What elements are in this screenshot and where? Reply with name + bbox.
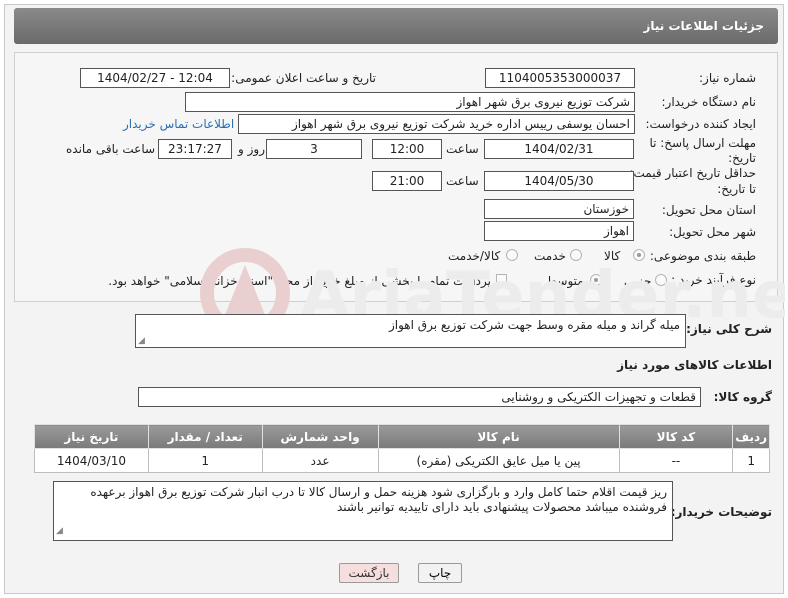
goods-group-field[interactable]: قطعات و تجهیزات الکتریکی و روشنایی	[138, 387, 701, 407]
cell-date: 1404/03/10	[34, 448, 149, 473]
cell-code: --	[618, 448, 734, 473]
buyer-contact-link[interactable]: اطلاعات تماس خریدار	[123, 117, 234, 131]
col-date: تاریخ نیاز	[34, 424, 149, 449]
resize-handle-icon[interactable]: ◢	[56, 524, 63, 539]
reply-date-field[interactable]: 1404/02/31	[484, 139, 634, 159]
need-number-label: شماره نیاز:	[699, 71, 756, 85]
cell-name: پین یا میل عایق الکتریکی (مقره)	[377, 448, 620, 473]
resize-handle-icon[interactable]: ◢	[138, 336, 145, 346]
validity-time-label: ساعت	[446, 174, 479, 188]
col-qty: تعداد / مقدار	[147, 424, 263, 449]
validity-label-2: تا تاریخ:	[717, 182, 756, 196]
remaining-label: ساعت باقی مانده	[66, 142, 156, 156]
days-label: روز و	[238, 142, 265, 156]
goods-section-title: اطلاعات کالاهای مورد نیاز	[617, 358, 772, 372]
category-goods-radio[interactable]	[633, 249, 645, 261]
category-both-radio[interactable]	[506, 249, 518, 261]
page-title: جزئیات اطلاعات نیاز	[643, 19, 764, 33]
col-name: نام کالا	[377, 424, 620, 449]
description-label: شرح کلی نیاز:	[686, 322, 772, 336]
need-number-field[interactable]: 1104005353000037	[485, 68, 635, 88]
buyer-notes-label: توضیحات خریدار:	[670, 505, 772, 519]
process-minor-radio[interactable]	[655, 274, 667, 286]
cell-row: 1	[732, 448, 770, 473]
buyer-notes-text: ریز قیمت اقلام حتما کامل وارد و بارگزاری…	[90, 485, 667, 514]
page-header: جزئیات اطلاعات نیاز	[14, 8, 778, 44]
city-label: شهر محل تحویل:	[669, 225, 756, 239]
category-goods-label: کالا	[604, 249, 621, 263]
validity-date-field[interactable]: 1404/05/30	[484, 171, 634, 191]
province-label: استان محل تحویل:	[661, 203, 756, 217]
col-unit: واحد شمارش	[261, 424, 379, 449]
city-field[interactable]: اهواز	[484, 221, 634, 241]
process-medium-radio[interactable]	[590, 274, 602, 286]
remaining-time-field[interactable]: 23:17:27	[158, 139, 232, 159]
province-field[interactable]: خوزستان	[484, 199, 634, 219]
announce-label: تاریخ و ساعت اعلان عمومی:	[231, 71, 376, 85]
back-button[interactable]: بازگشت	[339, 563, 399, 583]
category-label: طبقه بندی موضوعی:	[649, 249, 756, 263]
days-field[interactable]: 3	[266, 139, 362, 159]
category-service-label: خدمت	[534, 249, 566, 263]
items-table-header: ردیف کد کالا نام کالا واحد شمارش تعداد /…	[34, 424, 770, 449]
requester-field[interactable]: احسان یوسفی رییس اداره خرید شرکت توزیع ن…	[238, 114, 635, 134]
cell-qty: 1	[147, 448, 263, 473]
category-both-label: کالا/خدمت	[448, 249, 501, 263]
category-service-radio[interactable]	[570, 249, 582, 261]
process-medium-label: متوسط	[546, 274, 584, 288]
reply-deadline-label: مهلت ارسال پاسخ: تا	[649, 136, 756, 150]
validity-time-field[interactable]: 21:00	[372, 171, 442, 191]
treasury-payment-checkbox[interactable]	[496, 274, 507, 285]
requester-label: ایجاد کننده درخواست:	[645, 117, 756, 131]
buyer-org-label: نام دستگاه خریدار:	[661, 95, 757, 109]
validity-label: حداقل تاریخ اعتبار قیمت:	[629, 166, 756, 180]
cell-unit: عدد	[261, 448, 379, 473]
table-row[interactable]: 1 -- پین یا میل عایق الکتریکی (مقره) عدد…	[34, 448, 770, 473]
print-button[interactable]: چاپ	[418, 563, 462, 583]
reply-time-label: ساعت	[446, 142, 479, 156]
buyer-org-field[interactable]: شرکت توزیع نیروی برق شهر اهواز	[185, 92, 635, 112]
description-textarea[interactable]: میله گراند و میله مقره وسط جهت شرکت توزی…	[135, 314, 686, 348]
reply-deadline-label-2: تاریخ:	[728, 151, 756, 165]
reply-time-field[interactable]: 12:00	[372, 139, 442, 159]
description-text: میله گراند و میله مقره وسط جهت شرکت توزی…	[388, 318, 680, 332]
process-minor-label: جزیی	[624, 274, 652, 288]
treasury-payment-note: پرداخت تمام یا بخشی از مبلغ خرید،از محل …	[108, 274, 491, 288]
buyer-notes-textarea[interactable]: ریز قیمت اقلام حتما کامل وارد و بارگزاری…	[53, 481, 673, 541]
col-code: کد کالا	[618, 424, 734, 449]
col-row: ردیف	[732, 424, 770, 449]
goods-group-label: گروه کالا:	[713, 390, 772, 404]
announce-field[interactable]: 1404/02/27 - 12:04	[80, 68, 230, 88]
process-label: نوع فرآیند خرید :	[671, 273, 756, 287]
items-table: ردیف کد کالا نام کالا واحد شمارش تعداد /…	[34, 424, 770, 473]
